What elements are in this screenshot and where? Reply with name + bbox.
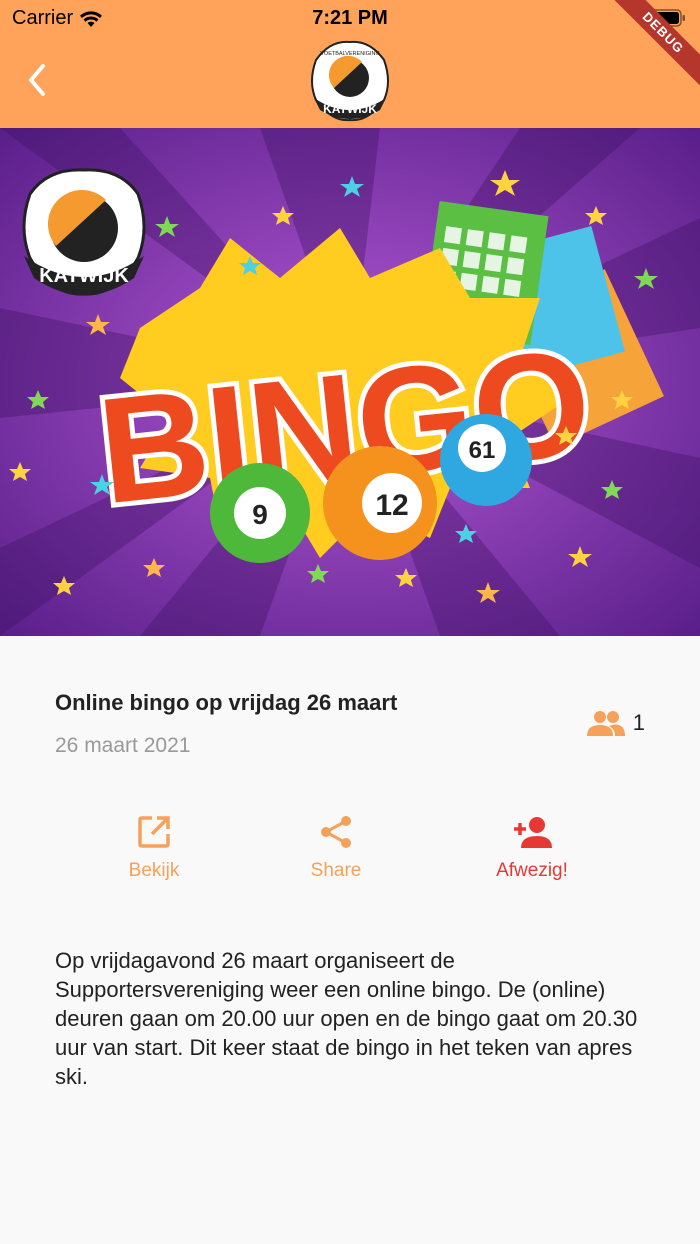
club-logo: KATWIJK VOETBALVERENIGING: [311, 40, 389, 122]
back-chevron-icon[interactable]: [24, 60, 52, 100]
event-date: 26 maart 2021: [55, 734, 191, 757]
event-details: Online bingo op vrijdag 26 maart 26 maar…: [0, 636, 700, 1244]
ball-number-9: 9: [252, 499, 268, 530]
ball-number-61: 61: [469, 437, 496, 464]
ball-number-12: 12: [375, 489, 408, 522]
event-description: Op vrijdagavond 26 maart organiseert de …: [55, 948, 638, 1089]
bingo-ball-blue: 61: [440, 414, 532, 506]
attendee-count[interactable]: 1: [586, 710, 645, 736]
hero-club-logo: KATWIJK: [22, 168, 146, 296]
action-bar: Bekijk Share Afwezig!: [0, 814, 700, 904]
status-time: 7:21 PM: [312, 7, 388, 29]
hero-logo-text: KATWIJK: [39, 265, 129, 287]
app-bar: Carrier 7:21 PM DEBUG KATWIJK VOETBALVER…: [0, 0, 700, 128]
open-external-icon: [138, 816, 170, 848]
event-title: Online bingo op vrijdag 26 maart: [55, 690, 398, 715]
share-icon: [321, 816, 351, 848]
logo-text: KATWIJK: [323, 102, 377, 116]
bingo-ball-green: 9: [210, 463, 310, 563]
absent-button-label: Afwezig!: [496, 860, 568, 881]
bingo-illustration: BINGO 9 12 61 KATWIJK: [0, 128, 700, 636]
status-bar: Carrier 7:21 PM: [0, 0, 700, 36]
add-person-icon: [514, 817, 552, 848]
view-button-label: Bekijk: [128, 860, 180, 881]
view-button[interactable]: Bekijk: [74, 814, 234, 882]
share-button-label: Share: [310, 860, 362, 881]
logo-subtext: VOETBALVERENIGING: [320, 51, 380, 57]
attendee-count-value: 1: [632, 710, 645, 735]
bingo-ball-orange: 12: [323, 446, 437, 560]
people-icon: [586, 711, 625, 736]
event-hero-image: BINGO 9 12 61 KATWIJK: [0, 128, 700, 636]
absent-button[interactable]: Afwezig!: [452, 814, 612, 882]
share-button[interactable]: Share: [256, 814, 416, 882]
